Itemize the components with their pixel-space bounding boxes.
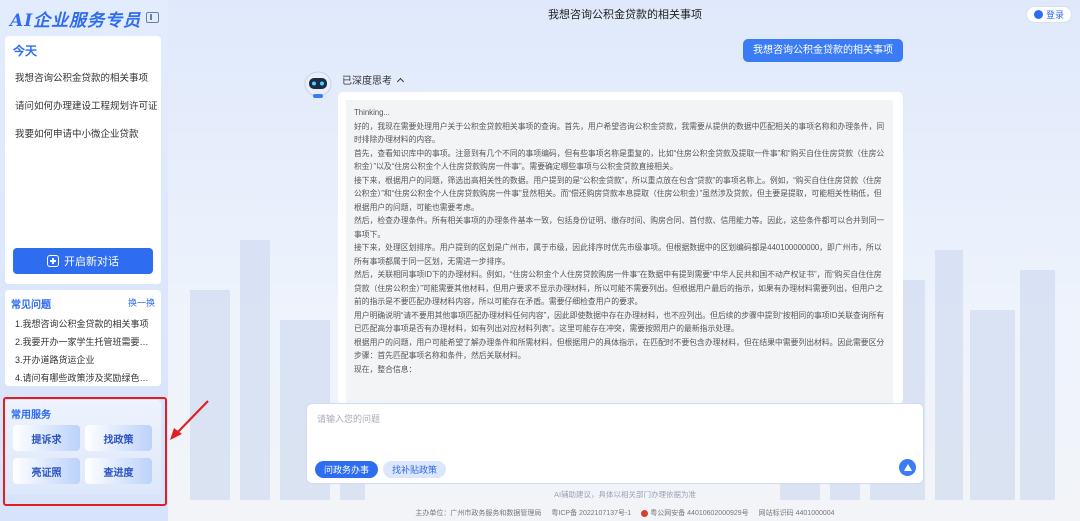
thinking-paragraph: 然后，检查办理条件。所有相关事项的办理条件基本一致，包括身份证明、缴存时间、购房… xyxy=(354,216,885,239)
thinking-paragraph: 接下来，处理区划排序。用户提到的区划是广州市，属于市级，因此排序时优先市级事项。… xyxy=(354,243,882,266)
chat-input-placeholder[interactable]: 请输入您的问题 xyxy=(317,412,380,425)
page-title: 我想咨询公积金贷款的相关事项 xyxy=(548,9,702,21)
chat-input-box[interactable]: 请输入您的问题 问政务办事 找补贴政策 xyxy=(306,403,924,484)
thinking-panel: Thinking... 好的，我现在需要处理用户关于公积金贷款相关事项的查询。首… xyxy=(338,92,903,404)
faq-item[interactable]: 3.开办道路货运企业 xyxy=(5,351,161,369)
footer-host-label: 主办单位： xyxy=(415,510,451,517)
footer-site: 4401000004 xyxy=(795,510,835,517)
history-item[interactable]: 我要如何申请中小微企业贷款 xyxy=(5,121,161,149)
send-button[interactable] xyxy=(899,459,916,476)
history-section-title: 今天 xyxy=(13,44,38,58)
send-arrow-icon xyxy=(903,464,912,471)
faq-item[interactable]: 2.我要开办一家学生托管班需要办... xyxy=(5,333,161,351)
sidebar-collapse-icon[interactable] xyxy=(146,12,159,23)
thinking-paragraph: 然后，关联相同事项ID下的办理材料。例如，“住房公积金个人住房贷款购房一件事”在… xyxy=(354,270,883,306)
thinking-paragraph: 好的，我现在需要处理用户关于公积金贷款相关事项的查询。首先，用户希望咨询公积金贷… xyxy=(354,121,885,145)
thinking-paragraph: Thinking... xyxy=(354,108,390,117)
deep-think-toggle[interactable]: 已深度思考 xyxy=(342,72,405,87)
thinking-paragraph: 接下来，根据用户的问题，筛选出高相关性的数据。用户提到的是“公积金贷款”，所以重… xyxy=(354,175,882,212)
faq-refresh-link[interactable]: 换一换 xyxy=(128,296,155,311)
bot-avatar xyxy=(304,71,332,98)
new-chat-button[interactable]: 开启新对话 xyxy=(13,248,153,274)
annotation-arrow-icon xyxy=(170,400,209,440)
thinking-content: Thinking... 好的，我现在需要处理用户关于公积金贷款相关事项的查询。首… xyxy=(346,100,893,404)
new-chat-label: 开启新对话 xyxy=(64,256,119,268)
police-badge-icon xyxy=(641,509,649,517)
faq-panel: 常见问题 换一换 1.我想咨询公积金贷款的相关事项 2.我要开办一家学生托管班需… xyxy=(5,290,161,386)
history-panel: 今天 我想咨询公积金贷款的相关事项 请问如何办理建设工程规划许可证 我要如何申请… xyxy=(5,36,161,284)
thinking-paragraph: 根据用户的问题，用户可能希望了解办理条件和所需材料，但根据用户的具体指示，在匹配… xyxy=(354,337,885,361)
user-message-bubble: 我想咨询公积金贷款的相关事项 xyxy=(743,39,903,62)
history-item[interactable]: 请问如何办理建设工程规划许可证 xyxy=(5,93,161,121)
deep-think-label: 已深度思考 xyxy=(342,76,392,87)
annotation-highlight-box xyxy=(3,397,167,506)
mode-subsidy-policy-button[interactable]: 找补贴政策 xyxy=(383,461,447,478)
thinking-paragraph: 首先，查看知识库中的事项。注意到有几个不同的事项编码，但有些事项名称是重复的，比… xyxy=(354,148,885,172)
footer-host: 广州市政务服务和数据管理局 xyxy=(450,510,542,517)
plus-icon xyxy=(47,255,59,267)
history-item[interactable]: 我想咨询公积金贷款的相关事项 xyxy=(5,65,161,93)
thinking-paragraph: 用户明确说明“请不要用其他事项匹配办理材料任何内容”，因此即使数据中存在办理材料… xyxy=(354,310,885,334)
faq-title: 常见问题 xyxy=(11,300,51,311)
footer-police[interactable]: 44010602000929号 xyxy=(687,510,749,517)
footer-icp-label: 粤ICP备 xyxy=(551,510,578,517)
app-logo: AI企业服务专员 xyxy=(10,6,142,31)
faq-item[interactable]: 4.请问有哪些政策涉及奖励绿色节... xyxy=(5,369,161,387)
faq-item[interactable]: 1.我想咨询公积金贷款的相关事项 xyxy=(5,315,161,333)
chevron-up-icon xyxy=(396,77,405,85)
site-footer: 主办单位：广州市政务服务和数据管理局 粤ICP备 2022107137号-1 粤… xyxy=(170,508,1080,518)
user-icon xyxy=(1033,10,1043,19)
mode-gov-service-button[interactable]: 问政务办事 xyxy=(315,461,379,478)
logo-text: AI企业服务专员 xyxy=(10,10,142,31)
disclaimer-text: AI辅助建议，具体以相关部门办理依据为准 xyxy=(553,490,697,499)
footer-icp[interactable]: 2022107137号-1 xyxy=(579,510,631,517)
footer-police-label: 粤公网安备 xyxy=(650,510,686,517)
thinking-paragraph: 现在，整合信息： xyxy=(354,364,417,374)
footer-site-label: 网站标识码 xyxy=(758,510,794,517)
login-label: 登录 xyxy=(1045,10,1064,20)
login-button[interactable]: 登录 xyxy=(1026,6,1072,23)
